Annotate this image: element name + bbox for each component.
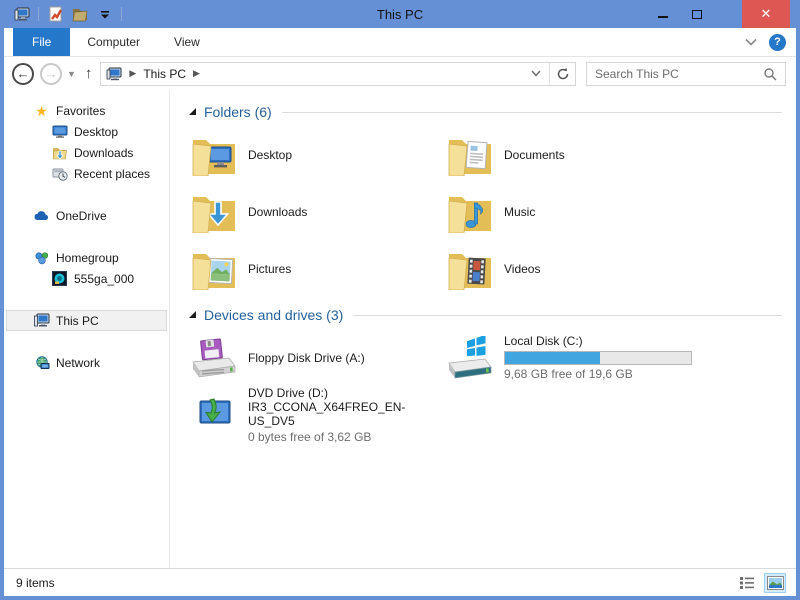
collapse-triangle-icon[interactable] bbox=[189, 107, 196, 115]
tile-music[interactable]: Music bbox=[445, 183, 701, 240]
computer-icon[interactable] bbox=[13, 5, 31, 23]
search-input[interactable]: Search This PC bbox=[595, 67, 763, 81]
navigation-bar: ← → ▼ ↑ ▶ This PC ▶ Search This PC bbox=[4, 57, 796, 90]
tab-view[interactable]: View bbox=[157, 28, 217, 56]
group-title: Devices and drives (3) bbox=[204, 307, 344, 323]
address-bar[interactable]: ▶ This PC ▶ bbox=[100, 61, 576, 86]
customize-quick-access-icon[interactable] bbox=[96, 5, 114, 23]
new-folder-icon[interactable] bbox=[71, 5, 89, 23]
floppy-drive-icon bbox=[189, 336, 239, 380]
tile-downloads[interactable]: Downloads bbox=[189, 183, 445, 240]
sidebar-item-recent-places[interactable]: Recent places bbox=[4, 163, 169, 184]
sidebar-item-onedrive[interactable]: OneDrive bbox=[4, 205, 169, 226]
toolbar-separator bbox=[121, 7, 122, 21]
breadcrumb-this-pc[interactable]: This PC bbox=[143, 67, 186, 81]
tab-computer[interactable]: Computer bbox=[70, 28, 157, 56]
close-button[interactable]: ✕ bbox=[742, 0, 790, 28]
status-bar: 9 items bbox=[4, 568, 796, 596]
toolbar-separator bbox=[38, 7, 39, 21]
explorer-window: This PC ✕ File Computer View ? ← → ▼ ↑ ▶… bbox=[0, 0, 800, 600]
disk-free-space: 9,68 GB free of 19,6 GB bbox=[504, 367, 633, 381]
homegroup-icon bbox=[33, 251, 50, 265]
maximize-button[interactable] bbox=[680, 0, 714, 28]
folder-desktop-icon bbox=[189, 134, 239, 176]
dvd-volume-label: IR3_CCONA_X64FREO_EN-US_DV5 bbox=[248, 400, 406, 428]
folder-download-icon bbox=[51, 146, 68, 160]
folder-documents-icon bbox=[445, 134, 495, 176]
chevron-down-icon[interactable] bbox=[745, 38, 757, 46]
monitor-icon bbox=[51, 125, 68, 138]
file-list-area: Folders (6) Desktop Documents Downloads … bbox=[170, 90, 796, 568]
tile-dvd-drive[interactable]: DVD Drive (D:) IR3_CCONA_X64FREO_EN-US_D… bbox=[189, 386, 445, 444]
breadcrumb-arrow-icon[interactable]: ▶ bbox=[193, 68, 200, 79]
search-box[interactable]: Search This PC bbox=[586, 61, 786, 86]
cloud-icon bbox=[33, 210, 50, 222]
user-avatar-icon bbox=[51, 271, 68, 286]
folders-grid: Desktop Documents Downloads Music Pictur… bbox=[189, 126, 782, 297]
dvd-drive-icon bbox=[189, 393, 239, 437]
recent-locations-chevron-icon[interactable]: ▼ bbox=[67, 69, 76, 79]
computer-icon bbox=[33, 313, 50, 328]
window-controls: ✕ bbox=[646, 0, 796, 28]
folder-pictures-icon bbox=[189, 248, 239, 290]
sidebar-item-downloads[interactable]: Downloads bbox=[4, 142, 169, 163]
group-divider bbox=[281, 111, 782, 113]
properties-icon[interactable] bbox=[46, 5, 64, 23]
sidebar-item-desktop[interactable]: Desktop bbox=[4, 121, 169, 142]
help-icon[interactable]: ? bbox=[769, 33, 786, 51]
tile-pictures[interactable]: Pictures bbox=[189, 240, 445, 297]
sidebar-item-homegroup[interactable]: Homegroup bbox=[4, 247, 169, 268]
large-icons-view-icon[interactable] bbox=[764, 572, 786, 593]
sidebar-item-this-pc[interactable]: This PC bbox=[6, 310, 167, 331]
folder-downloads-icon bbox=[189, 191, 239, 233]
up-button[interactable]: ↑ bbox=[85, 65, 93, 82]
disk-usage-fill bbox=[505, 352, 600, 364]
recent-places-icon bbox=[51, 167, 68, 181]
breadcrumb-arrow-icon[interactable]: ▶ bbox=[129, 68, 136, 79]
tile-desktop[interactable]: Desktop bbox=[189, 126, 445, 183]
tile-documents[interactable]: Documents bbox=[445, 126, 701, 183]
group-header-devices[interactable]: Devices and drives (3) bbox=[189, 307, 782, 323]
quick-access-toolbar bbox=[13, 5, 122, 23]
address-dropdown-chevron-icon[interactable] bbox=[523, 63, 549, 85]
refresh-icon[interactable] bbox=[549, 62, 575, 85]
tile-videos[interactable]: Videos bbox=[445, 240, 701, 297]
star-icon: ★ bbox=[35, 102, 48, 119]
devices-grid: Floppy Disk Drive (A:) Local Disk (C:) 9… bbox=[189, 329, 782, 444]
title-bar: This PC ✕ bbox=[4, 0, 796, 28]
address-computer-icon bbox=[106, 67, 122, 81]
collapse-triangle-icon[interactable] bbox=[189, 310, 196, 318]
ribbon-tab-bar: File Computer View ? bbox=[4, 28, 796, 57]
group-title: Folders (6) bbox=[204, 104, 272, 120]
tile-floppy-drive[interactable]: Floppy Disk Drive (A:) bbox=[189, 329, 445, 386]
forward-button[interactable]: → bbox=[40, 62, 62, 85]
tile-local-disk-c[interactable]: Local Disk (C:) 9,68 GB free of 19,6 GB bbox=[445, 329, 701, 386]
details-view-icon[interactable] bbox=[736, 573, 758, 593]
minimize-button[interactable] bbox=[646, 0, 680, 28]
network-icon bbox=[33, 355, 50, 370]
folder-music-icon bbox=[445, 191, 495, 233]
search-icon[interactable] bbox=[763, 67, 777, 81]
folder-videos-icon bbox=[445, 248, 495, 290]
sidebar-item-favorites[interactable]: ★ Favorites bbox=[4, 100, 169, 121]
back-button[interactable]: ← bbox=[12, 62, 34, 85]
sidebar-item-user[interactable]: 555ga_000 bbox=[4, 268, 169, 289]
tab-file[interactable]: File bbox=[13, 28, 71, 56]
items-count: 9 items bbox=[16, 575, 55, 590]
hard-drive-icon bbox=[445, 335, 495, 380]
disk-usage-bar bbox=[504, 351, 692, 365]
group-divider bbox=[353, 314, 782, 316]
sidebar-item-network[interactable]: Network bbox=[4, 352, 169, 373]
navigation-pane: ★ Favorites Desktop Downloads Recent pla… bbox=[4, 90, 170, 568]
group-header-folders[interactable]: Folders (6) bbox=[189, 104, 782, 120]
dvd-free-space: 0 bytes free of 3,62 GB bbox=[248, 430, 372, 444]
